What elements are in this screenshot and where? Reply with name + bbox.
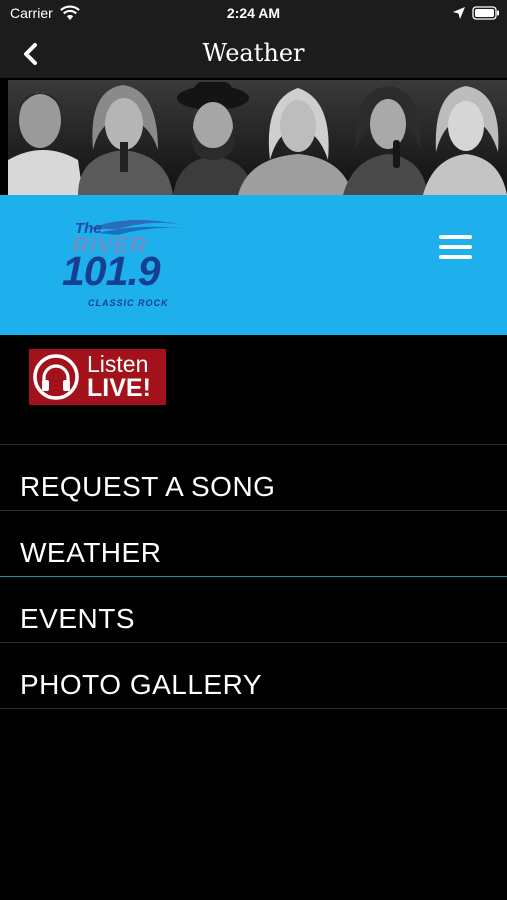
logo-frequency-text: 101.9 — [62, 248, 161, 294]
menu-bar-bottom — [439, 255, 472, 259]
back-button[interactable] — [14, 38, 48, 70]
logo-tagline-text: CLASSIC ROCK — [88, 298, 169, 308]
artist-portraits-image — [8, 80, 507, 195]
status-bar: Carrier 2:24 AM — [0, 0, 507, 30]
menu-item-label: WEATHER — [20, 537, 162, 568]
listen-live-button[interactable]: Listen LIVE! — [29, 349, 166, 405]
headphones-icon — [33, 354, 79, 400]
menu-item-events[interactable]: EVENTS — [0, 577, 507, 643]
nav-menu-list: REQUEST A SONG WEATHER EVENTS PHOTO GALL… — [0, 444, 507, 709]
navigation-bar: Weather — [0, 30, 507, 78]
menu-item-request-a-song[interactable]: REQUEST A SONG — [0, 445, 507, 511]
menu-item-weather[interactable]: WEATHER — [0, 511, 507, 577]
menu-bar-top — [439, 235, 472, 239]
menu-item-label: REQUEST A SONG — [20, 471, 276, 502]
menu-item-label: EVENTS — [20, 603, 136, 634]
status-time: 2:24 AM — [226, 5, 281, 21]
menu-item-label: PHOTO GALLERY — [20, 669, 262, 700]
station-logo[interactable]: The RIVER 101.9 CLASSIC ROCK — [58, 215, 198, 309]
menu-item-photo-gallery[interactable]: PHOTO GALLERY — [0, 643, 507, 709]
chevron-left-icon — [24, 43, 37, 65]
live-text: LIVE! — [87, 374, 151, 402]
page-title: Weather — [202, 39, 305, 67]
battery-icon — [472, 6, 499, 20]
station-header: The RIVER 101.9 CLASSIC ROCK — [0, 195, 507, 335]
menu-bar-middle — [439, 245, 472, 249]
location-icon — [453, 7, 465, 19]
artist-banner — [8, 80, 507, 195]
hamburger-menu-icon[interactable] — [434, 233, 478, 265]
